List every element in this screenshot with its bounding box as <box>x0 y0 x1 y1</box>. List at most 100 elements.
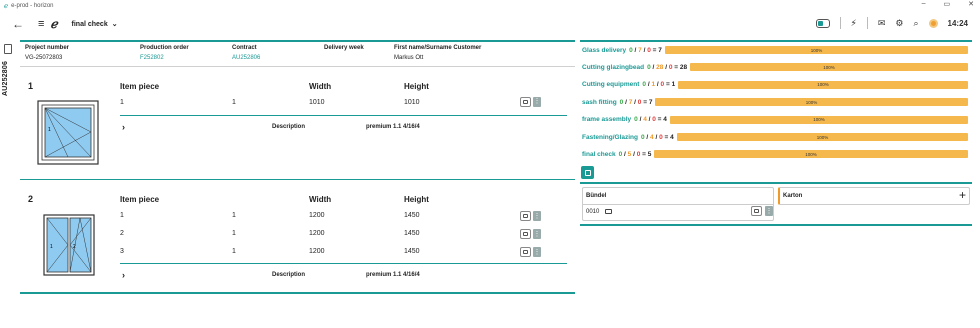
back-arrow-icon[interactable]: ← <box>12 17 24 31</box>
progress-counts: 0 / 4 / 0 = 4 <box>640 133 674 141</box>
progress-row[interactable]: final check 0 / 5 / 0 = 5 <box>582 149 651 159</box>
progress-bar: 100% <box>665 46 968 54</box>
cell-qty: 1 <box>232 98 236 106</box>
count-total: 5 <box>647 150 652 158</box>
hamburger-menu-icon[interactable]: ≡ <box>38 18 44 30</box>
kebab-menu-icon[interactable]: ⋮ <box>533 211 541 221</box>
progress-row[interactable]: frame assembly 0 / 4 / 0 = 4 <box>582 115 667 125</box>
progress-row[interactable]: sash fitting 0 / 7 / 0 = 7 <box>582 97 652 107</box>
progress-percent: 100% <box>810 47 823 53</box>
packing-toggle-button[interactable] <box>581 166 594 179</box>
carton-label: Karton <box>783 193 803 199</box>
progress-percent: 100% <box>816 134 829 140</box>
description-value: premium 1.1 4/16/4 <box>366 272 420 278</box>
item-card-2: 2 1 2 Item piece Width Height 1 1 1200 1… <box>20 180 575 292</box>
divider <box>120 114 567 116</box>
progress-percent: 100% <box>823 64 835 70</box>
progress-bar: 100% <box>670 115 968 124</box>
divider <box>580 40 972 42</box>
progress-percent: 100% <box>813 117 825 123</box>
progress-label: final check <box>582 150 616 158</box>
kebab-menu-icon[interactable]: ⋮ <box>533 229 541 239</box>
carton-panel: Karton + <box>778 187 970 205</box>
cell-width: 1200 <box>309 212 325 219</box>
mail-icon[interactable]: ✉︎ <box>878 18 886 29</box>
divider <box>580 224 972 226</box>
progress-row[interactable]: Cutting equipment 0 / 1 / 0 = 1 <box>582 80 675 90</box>
divider <box>580 182 972 184</box>
user-avatar[interactable] <box>928 18 938 28</box>
count-total: 7 <box>648 98 653 106</box>
cell-height: 1450 <box>404 248 420 255</box>
piece-action-button[interactable] <box>520 247 531 257</box>
progress-row[interactable]: Fastening/Glazing 0 / 4 / 0 = 4 <box>582 132 674 142</box>
piece-action-button[interactable] <box>520 211 531 221</box>
count-total: 4 <box>670 133 674 141</box>
progress-label: Glass delivery <box>582 46 627 54</box>
add-carton-button[interactable]: + <box>959 188 966 202</box>
restore-button[interactable]: ▭ <box>944 0 951 8</box>
chevron-down-icon: ⌄ <box>111 21 118 28</box>
col-width: Width <box>309 81 332 91</box>
cell-qty: 1 <box>232 212 236 219</box>
progress-percent: 100% <box>805 151 817 157</box>
view-toggle[interactable] <box>815 18 830 28</box>
count-total: 1 <box>671 81 676 89</box>
count-total: 4 <box>663 116 667 124</box>
cell-width: 1200 <box>309 230 325 237</box>
document-icon[interactable] <box>4 44 12 54</box>
progress-row[interactable]: Cutting glazingbead 0 / 28 / 0 = 28 <box>582 62 687 72</box>
progress-label: Cutting glazingbead <box>582 63 645 71</box>
contract-label: Contract <box>232 44 257 51</box>
frame-icon <box>523 250 528 254</box>
progress-counts: 0 / 4 / 0 = 4 <box>634 116 667 124</box>
close-window-button[interactable]: ✕ <box>968 0 974 8</box>
cell-qty: 1 <box>232 248 236 255</box>
contract-field: Contract AU252806 <box>232 45 324 66</box>
project-number-label: Project number <box>25 44 70 51</box>
cell-piece: 3 <box>120 248 124 255</box>
description-value: premium 1.1 4/16/4 <box>366 123 420 130</box>
frame-icon <box>754 209 759 213</box>
progress-label: frame assembly <box>582 116 632 124</box>
col-item-piece: Item piece <box>120 81 160 91</box>
expand-chevron-icon[interactable]: › <box>122 270 125 280</box>
bundle-action-button[interactable] <box>751 206 762 216</box>
production-order-link[interactable]: F252802 <box>140 55 232 61</box>
order-number-vertical: AU252806 <box>2 60 9 96</box>
station-selector[interactable]: final check ⌄ <box>72 20 118 29</box>
frame-icon <box>523 214 528 218</box>
item-number: 2 <box>28 194 34 204</box>
count-total: 7 <box>658 46 662 54</box>
progress-panel: Glass delivery 0 / 7 / 0 = 7 100% Cutting g… <box>580 40 972 240</box>
gear-icon[interactable]: ⚙︎ <box>895 18 903 29</box>
search-icon[interactable]: ⌕ <box>913 18 918 29</box>
piece-action-button[interactable] <box>520 96 531 107</box>
progress-bar: 100% <box>678 80 968 89</box>
contract-link[interactable]: AU252806 <box>232 55 324 61</box>
cell-width: 1010 <box>309 98 325 106</box>
cell-piece: 1 <box>120 98 124 106</box>
top-toolbar: ← ≡ ℯ final check ⌄ ⚡︎ ✉︎ ⚙︎ ⌕ 14:24 <box>0 12 980 36</box>
clock: 14:24 <box>947 18 968 28</box>
expand-chevron-icon[interactable]: › <box>122 122 125 132</box>
kebab-menu-icon[interactable]: ⋮ <box>533 247 541 257</box>
lightning-icon[interactable]: ⚡︎ <box>851 18 857 29</box>
project-number-field: Project number VG-25072803 <box>25 45 140 66</box>
col-item-piece: Item piece <box>120 195 160 204</box>
kebab-menu-icon[interactable]: ⋮ <box>533 96 541 107</box>
customer-label: First name/Surname Customer <box>394 44 482 51</box>
piece-action-button[interactable] <box>520 229 531 239</box>
window-titlebar: ℯ e-prod - horizon – ▭ ✕ <box>0 0 980 11</box>
project-number-value: VG-25072803 <box>25 54 63 61</box>
app-logo-icon: ℯ <box>4 2 9 10</box>
count-total: 28 <box>679 63 688 71</box>
kebab-menu-icon[interactable]: ⋮ <box>765 206 773 216</box>
brand-logo-icon[interactable]: ℯ <box>50 17 57 31</box>
minimize-button[interactable]: – <box>922 0 926 8</box>
cell-height: 1450 <box>404 212 420 219</box>
progress-bar: 100% <box>690 63 968 72</box>
progress-row[interactable]: Glass delivery 0 / 7 / 0 = 7 <box>582 45 662 55</box>
left-sidebar: AU252806 <box>0 40 17 328</box>
progress-bar: 100% <box>654 150 968 159</box>
